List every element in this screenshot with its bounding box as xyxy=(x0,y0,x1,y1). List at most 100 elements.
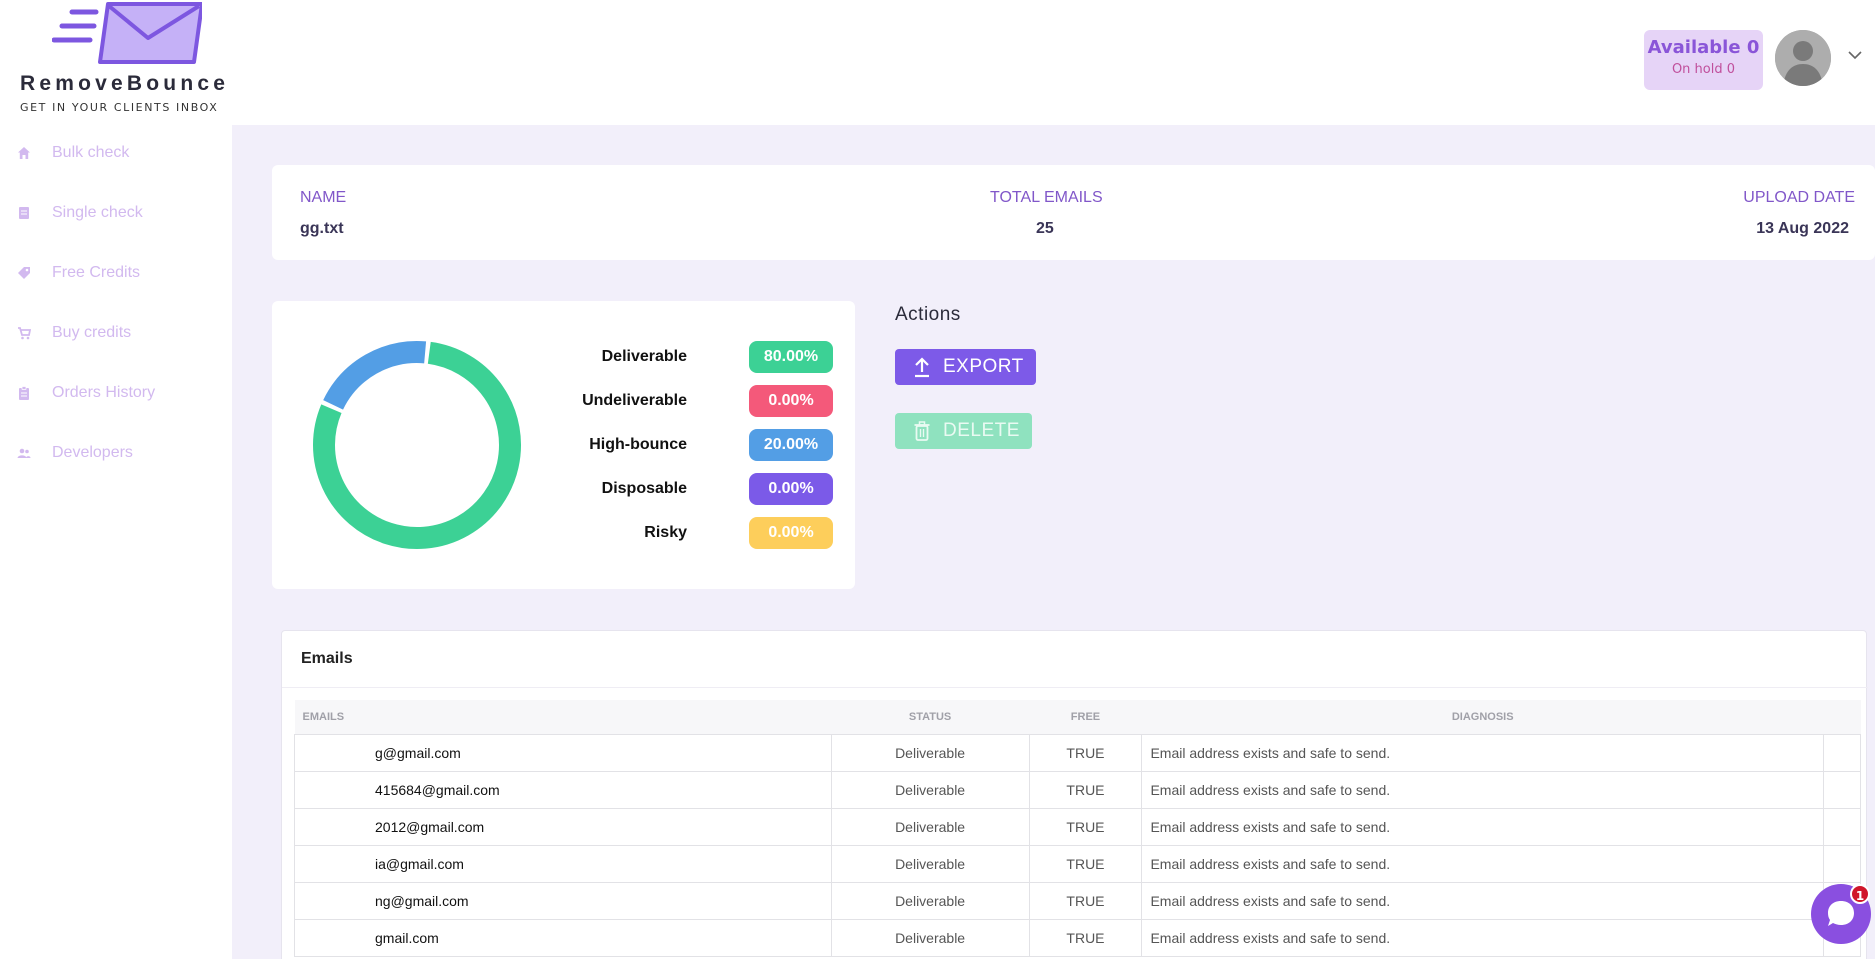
delete-button[interactable]: DELETE xyxy=(895,413,1032,449)
column-header-spacer xyxy=(1823,700,1861,735)
column-header-status[interactable]: STATUS xyxy=(831,700,1030,735)
users-icon xyxy=(15,444,33,462)
free-cell: TRUE xyxy=(1028,733,1143,772)
sidebar-item-developers[interactable]: Developers xyxy=(15,438,133,468)
total-emails-value: 25 xyxy=(1036,220,1054,237)
diagnosis-cell: Email address exists and safe to send. xyxy=(1141,844,1824,883)
status-cell: Deliverable xyxy=(830,918,1030,957)
sidebar-item-label: Bulk check xyxy=(52,144,130,161)
free-cell: TRUE xyxy=(1028,881,1143,920)
file-name: gg.txt xyxy=(300,220,344,237)
legend-label: Disposable xyxy=(601,480,687,497)
cart-icon xyxy=(15,324,33,342)
legend-label: Undeliverable xyxy=(582,392,687,409)
emails-table: EMAILS STATUS FREE DIAGNOSIS g@gmail.com… xyxy=(294,700,1861,957)
home-icon xyxy=(15,144,33,162)
credits-badge[interactable]: Available 0 On hold 0 xyxy=(1644,30,1763,90)
diagnosis-cell: Email address exists and safe to send. xyxy=(1141,770,1824,809)
column-header-free[interactable]: FREE xyxy=(1029,700,1142,735)
spacer-cell xyxy=(1823,807,1861,846)
export-label: EXPORT xyxy=(943,356,1024,377)
emails-title: Emails xyxy=(301,650,353,667)
available-credits: Available 0 xyxy=(1647,37,1760,58)
total-emails-header: TOTAL EMAILS xyxy=(990,189,1103,206)
spacer-cell xyxy=(1823,844,1861,883)
emails-panel: Emails EMAILS STATUS FREE DIAGNOSIS g@gm… xyxy=(281,630,1868,959)
status-cell: Deliverable xyxy=(830,844,1030,883)
sidebar-item-orders-history[interactable]: Orders History xyxy=(15,378,155,408)
disposable-badge: 0.00% xyxy=(749,473,833,505)
actions-title: Actions xyxy=(895,304,961,325)
brand-tagline: GET IN YOUR CLIENTS INBOX xyxy=(20,101,219,114)
legend-label: High-bounce xyxy=(589,436,687,453)
delete-label: DELETE xyxy=(943,420,1020,441)
on-hold-credits: On hold 0 xyxy=(1671,62,1736,77)
chevron-down-icon[interactable] xyxy=(1848,48,1862,62)
brand-name: RemoveBounce xyxy=(20,72,230,95)
chat-notification-badge: 1 xyxy=(1850,884,1870,904)
table-row: ng@gmail.com Deliverable TRUE Email addr… xyxy=(294,881,1861,920)
table-row: ia@gmail.com Deliverable TRUE Email addr… xyxy=(294,844,1861,883)
spacer-cell xyxy=(1823,733,1861,772)
column-header-emails[interactable]: EMAILS xyxy=(294,700,832,735)
table-row: g@gmail.com Deliverable TRUE Email addre… xyxy=(294,733,1861,772)
export-button[interactable]: EXPORT xyxy=(895,349,1036,385)
sidebar-item-label: Single check xyxy=(52,204,143,221)
table-row: gmail.com Deliverable TRUE Email address… xyxy=(294,918,1861,957)
donut-slice-high-bounce xyxy=(323,341,427,410)
free-cell: TRUE xyxy=(1028,844,1143,883)
diagnosis-cell: Email address exists and safe to send. xyxy=(1141,881,1824,920)
high-bounce-badge: 20.00% xyxy=(749,429,833,461)
brand-logo[interactable]: RemoveBounce GET IN YOUR CLIENTS INBOX xyxy=(18,0,228,125)
table-header-row: EMAILS STATUS FREE DIAGNOSIS xyxy=(294,700,1861,735)
email-cell: g@gmail.com xyxy=(294,733,832,772)
email-cell: 2012@gmail.com xyxy=(294,807,832,846)
legend-label: Deliverable xyxy=(601,348,687,365)
legend-row-disposable: Disposable 0.00% xyxy=(567,473,833,505)
sidebar: Bulk check Single check Free Credits Buy… xyxy=(0,125,232,959)
email-cell: gmail.com xyxy=(294,918,832,957)
sidebar-item-free-credits[interactable]: Free Credits xyxy=(15,258,140,288)
email-cell: ng@gmail.com xyxy=(294,881,832,920)
legend-row-undeliverable: Undeliverable 0.00% xyxy=(567,385,833,417)
trash-icon xyxy=(913,419,933,443)
email-cell: ia@gmail.com xyxy=(294,844,832,883)
status-cell: Deliverable xyxy=(830,733,1030,772)
legend-row-deliverable: Deliverable 80.00% xyxy=(567,341,833,373)
sidebar-item-buy-credits[interactable]: Buy credits xyxy=(15,318,131,348)
sidebar-item-single-check[interactable]: Single check xyxy=(15,198,143,228)
sidebar-item-label: Free Credits xyxy=(52,264,141,281)
column-header-diagnosis[interactable]: DIAGNOSIS xyxy=(1141,700,1824,735)
table-row: 2012@gmail.com Deliverable TRUE Email ad… xyxy=(294,807,1861,846)
upload-date-value: 13 Aug 2022 xyxy=(1756,220,1849,237)
sidebar-item-label: Developers xyxy=(52,444,133,461)
user-silhouette-icon xyxy=(1775,30,1831,86)
list-icon xyxy=(15,204,33,222)
free-cell: TRUE xyxy=(1028,770,1143,809)
result-chart-card: Deliverable 80.00% Undeliverable 0.00% H… xyxy=(272,301,855,589)
undeliverable-badge: 0.00% xyxy=(749,385,833,417)
name-header: NAME xyxy=(300,189,347,206)
legend-row-risky: Risky 0.00% xyxy=(567,517,833,549)
free-cell: TRUE xyxy=(1028,807,1143,846)
legend-label: Risky xyxy=(644,524,687,541)
email-cell: 415684@gmail.com xyxy=(294,770,832,809)
upload-date-header: UPLOAD DATE xyxy=(1743,189,1855,206)
tag-icon xyxy=(15,264,33,282)
sidebar-item-bulk-check[interactable]: Bulk check xyxy=(15,138,129,168)
diagnosis-cell: Email address exists and safe to send. xyxy=(1141,918,1824,957)
risky-badge: 0.00% xyxy=(749,517,833,549)
file-info-card: NAME gg.txt TOTAL EMAILS 25 UPLOAD DATE … xyxy=(272,165,1875,260)
free-cell: TRUE xyxy=(1028,918,1143,957)
envelope-logo-icon xyxy=(52,2,202,64)
user-avatar[interactable] xyxy=(1775,30,1831,86)
sidebar-item-label: Orders History xyxy=(52,384,156,401)
top-header: RemoveBounce GET IN YOUR CLIENTS INBOX A… xyxy=(0,0,1875,125)
chat-bubble-icon xyxy=(1828,901,1854,926)
upload-icon xyxy=(913,355,933,379)
sidebar-item-label: Buy credits xyxy=(52,324,132,341)
deliverable-badge: 80.00% xyxy=(749,341,833,373)
status-cell: Deliverable xyxy=(830,881,1030,920)
legend-row-high-bounce: High-bounce 20.00% xyxy=(567,429,833,461)
diagnosis-cell: Email address exists and safe to send. xyxy=(1141,807,1824,846)
